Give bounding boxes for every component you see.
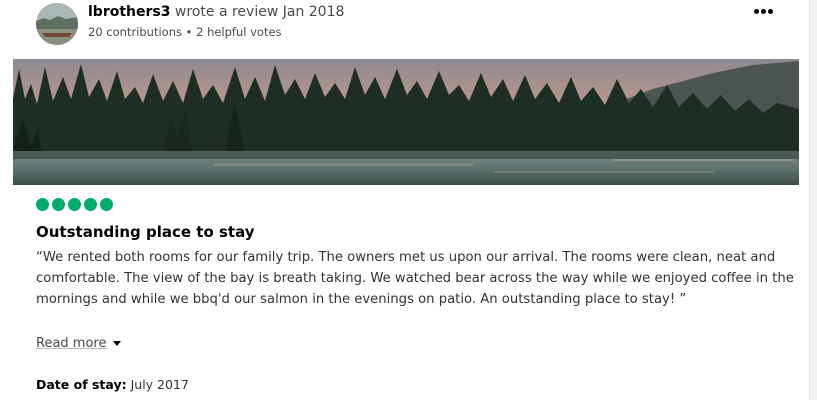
date-of-stay-label: Date of stay: [36,377,127,392]
avatar-photo-icon [36,3,78,45]
meta-separator: • [181,25,197,39]
reviewer-name[interactable]: lbrothers3 [88,4,170,20]
review-text: “We rented both rooms for our family tri… [36,250,794,307]
reviewer-stats: 20 contributions • 2 helpful votes [88,24,282,40]
review-action-text: wrote a review Jan 2018 [170,4,345,20]
date-of-stay-value: July 2017 [126,377,189,392]
rating-bubble-icon [52,198,65,211]
read-more-label: Read more [36,336,107,351]
rating-bubble-icon [68,198,81,211]
helpful-votes-count: 2 helpful votes [196,25,282,39]
read-more-button[interactable]: Read more [36,335,122,353]
review-card: lbrothers3 wrote a review Jan 2018 20 co… [0,0,810,400]
review-title[interactable]: Outstanding place to stay [36,221,255,243]
more-options-icon [754,9,759,14]
review-photo[interactable] [13,59,799,185]
date-of-stay: Date of stay: July 2017 [36,376,189,394]
rating-bubble-icon [100,198,113,211]
reviewer-line: lbrothers3 wrote a review Jan 2018 [88,3,344,21]
rating-bubble-icon [36,198,49,211]
review-photo-lake-forest [13,59,799,185]
more-options-icon-dot [768,9,773,14]
more-options-icon-dot [761,9,766,14]
bubble-rating [36,198,116,212]
avatar[interactable] [36,3,78,45]
contributions-count: 20 contributions [88,25,182,39]
chevron-down-icon [113,341,122,346]
rating-bubble-icon [84,198,97,211]
more-options-button[interactable] [752,2,776,22]
